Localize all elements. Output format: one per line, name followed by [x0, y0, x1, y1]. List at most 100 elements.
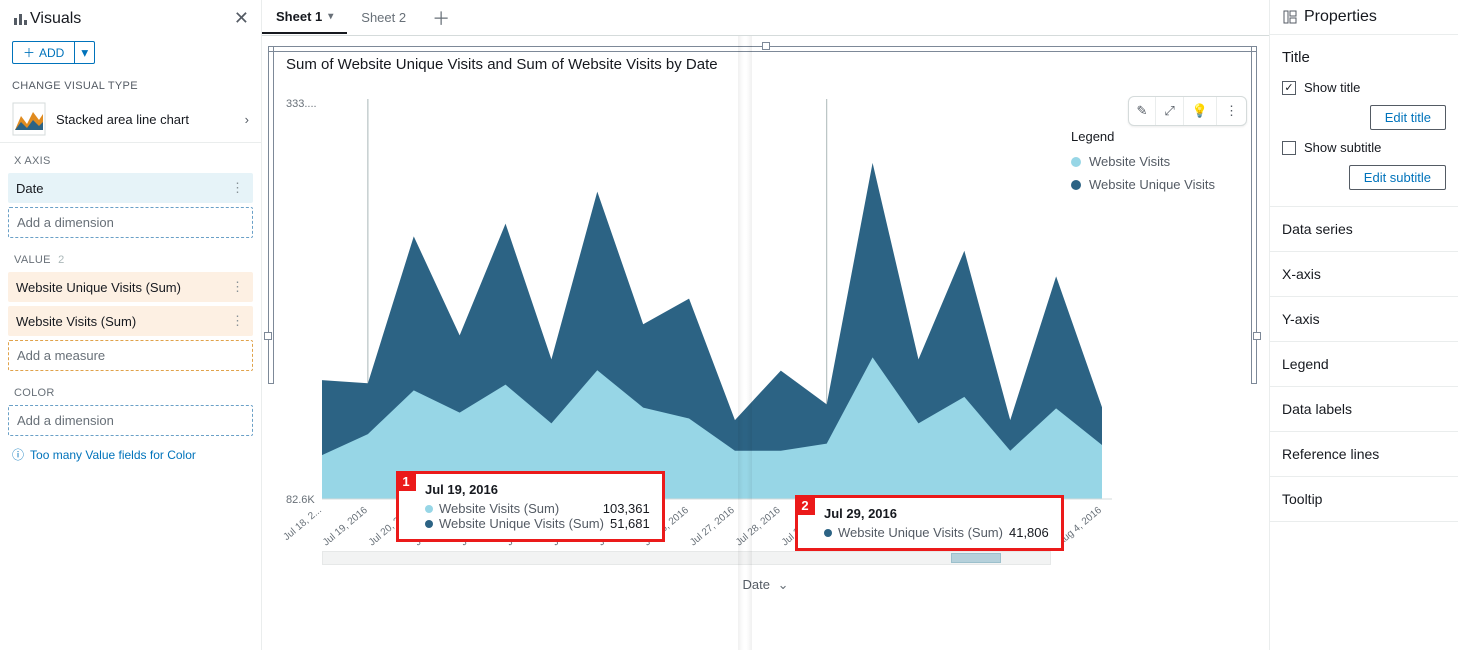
x-axis-add-dimension[interactable]: Add a dimension: [8, 207, 253, 238]
x-scrollbar-thumb[interactable]: [951, 553, 1001, 563]
properties-title: Properties: [1304, 8, 1377, 26]
legend-title: Legend: [1071, 129, 1251, 144]
x-axis-title[interactable]: Date ⌄: [280, 577, 1251, 593]
bar-chart-icon: [12, 10, 30, 28]
add-button[interactable]: ＋ADD: [12, 41, 75, 64]
visual-type-picker[interactable]: Stacked area line chart ›: [0, 96, 261, 143]
legend-label: Website Unique Visits: [1089, 177, 1215, 192]
expand-icon[interactable]: ⤢: [1155, 97, 1182, 125]
prop-data-series[interactable]: Data series: [1270, 207, 1458, 252]
prop-reference-lines[interactable]: Reference lines: [1270, 432, 1458, 477]
svg-text:82.6K: 82.6K: [286, 494, 315, 506]
stacked-area-icon: [12, 102, 46, 136]
value-group-text: VALUE: [14, 254, 51, 266]
add-dropdown-button[interactable]: ▾: [75, 41, 95, 64]
show-subtitle-checkbox[interactable]: Show subtitle: [1282, 140, 1446, 155]
more-icon[interactable]: ⋮: [1216, 97, 1246, 125]
visuals-panel: Visuals ✕ ＋ADD ▾ CHANGE VISUAL TYPE Stac…: [0, 0, 262, 650]
visuals-title: Visuals: [30, 10, 234, 28]
callout-badge: 1: [396, 471, 416, 491]
checkbox-icon: [1282, 141, 1296, 155]
chart-legend: Legend Website Visits Website Unique Vis…: [1071, 129, 1251, 200]
tab-sheet-1[interactable]: Sheet 1 ▾: [262, 1, 347, 34]
tooltip-date: Jul 19, 2016: [425, 482, 650, 497]
value-group-label: VALUE 2: [8, 242, 253, 272]
info-icon: ⓘ: [12, 446, 24, 463]
edit-subtitle-button[interactable]: Edit subtitle: [1349, 165, 1446, 190]
visuals-header: Visuals ✕: [0, 0, 261, 37]
title-section-label: Title: [1282, 49, 1446, 66]
show-subtitle-label: Show subtitle: [1304, 140, 1381, 155]
tooltip-swatch: [425, 505, 433, 513]
tooltip-callout-1: 1 Jul 19, 2016 Website Visits (Sum) 103,…: [396, 471, 665, 542]
chart-toolbar: ✎ ⤢ 💡 ⋮: [1128, 96, 1248, 126]
properties-header: Properties: [1270, 0, 1458, 35]
add-button-label: ADD: [39, 46, 64, 60]
tooltip-value: 51,681: [610, 516, 650, 531]
tooltip-callout-2: 2 Jul 29, 2016 Website Unique Visits (Su…: [795, 495, 1064, 551]
chart-title[interactable]: Sum of Website Unique Visits and Sum of …: [280, 52, 1251, 79]
edit-icon[interactable]: ✎: [1129, 97, 1156, 125]
legend-swatch: [1071, 157, 1081, 167]
color-warning-text: Too many Value fields for Color: [30, 448, 196, 462]
sheet-canvas: Sheet 1 ▾ Sheet 2 ＋ ✎ ⤢ 💡 ⋮ Sum of Websi…: [262, 0, 1270, 650]
prop-legend[interactable]: Legend: [1270, 342, 1458, 387]
field-menu-icon[interactable]: ⋮: [231, 279, 245, 295]
selection-handle[interactable]: [264, 332, 272, 340]
selection-handle[interactable]: [762, 42, 770, 50]
chevron-down-icon[interactable]: ▾: [328, 11, 333, 22]
prop-tooltip[interactable]: Tooltip: [1270, 477, 1458, 522]
edit-title-button[interactable]: Edit title: [1370, 105, 1446, 130]
tooltip-date: Jul 29, 2016: [824, 506, 1049, 521]
insight-icon[interactable]: 💡: [1183, 97, 1216, 125]
properties-icon: [1282, 9, 1298, 25]
callout-badge: 2: [795, 495, 815, 515]
x-scrollbar-track[interactable]: [322, 551, 1051, 565]
prop-y-axis[interactable]: Y-axis: [1270, 297, 1458, 342]
change-visual-type-label: CHANGE VISUAL TYPE: [0, 70, 261, 96]
field-menu-icon[interactable]: ⋮: [231, 180, 245, 196]
add-visual-row: ＋ADD ▾: [0, 37, 261, 70]
x-axis-group-label: X AXIS: [8, 143, 253, 173]
tooltip-swatch: [824, 529, 832, 537]
visual-container[interactable]: ✎ ⤢ 💡 ⋮ Sum of Website Unique Visits and…: [262, 36, 1269, 650]
tooltip-swatch: [425, 520, 433, 528]
value-field-pill[interactable]: Website Visits (Sum) ⋮: [8, 306, 253, 336]
svg-text:Jul 19, 2016: Jul 19, 2016: [321, 505, 370, 549]
value-field-label: Website Visits (Sum): [16, 314, 136, 329]
tooltip-label: Website Unique Visits (Sum): [439, 516, 604, 531]
field-menu-icon[interactable]: ⋮: [231, 313, 245, 329]
close-icon[interactable]: ✕: [234, 8, 249, 29]
x-axis-field-label: Date: [16, 181, 43, 196]
sheet-tabs: Sheet 1 ▾ Sheet 2 ＋: [262, 0, 1269, 36]
tab-sheet-2[interactable]: Sheet 2: [347, 2, 420, 33]
add-sheet-button[interactable]: ＋: [420, 0, 462, 39]
legend-item[interactable]: Website Visits: [1071, 154, 1251, 169]
legend-label: Website Visits: [1089, 154, 1170, 169]
svg-text:Jul 28, 2016: Jul 28, 2016: [734, 505, 783, 549]
prop-data-labels[interactable]: Data labels: [1270, 387, 1458, 432]
color-group-label: COLOR: [8, 375, 253, 405]
color-add-dimension[interactable]: Add a dimension: [8, 405, 253, 436]
properties-panel: Properties Title ✓ Show title Edit title…: [1270, 0, 1458, 650]
prop-x-axis[interactable]: X-axis: [1270, 252, 1458, 297]
tab-label: Sheet 1: [276, 9, 322, 24]
svg-text:333....: 333....: [286, 98, 317, 110]
value-count: 2: [58, 254, 64, 266]
value-field-label: Website Unique Visits (Sum): [16, 280, 181, 295]
x-axis-field-pill[interactable]: Date ⋮: [8, 173, 253, 203]
color-warning[interactable]: ⓘ Too many Value fields for Color: [0, 440, 261, 469]
chart-plot-area[interactable]: 333....82.6KJul 18, 2...Jul 19, 2016Jul …: [280, 79, 1251, 599]
show-title-checkbox[interactable]: ✓ Show title: [1282, 80, 1446, 95]
svg-text:Jul 27, 2016: Jul 27, 2016: [688, 505, 737, 549]
checkbox-icon: ✓: [1282, 81, 1296, 95]
color-add-label: Add a dimension: [17, 413, 114, 428]
value-add-measure[interactable]: Add a measure: [8, 340, 253, 371]
x-axis-title-text: Date: [743, 577, 770, 592]
legend-item[interactable]: Website Unique Visits: [1071, 177, 1251, 192]
tab-label: Sheet 2: [361, 10, 406, 25]
legend-swatch: [1071, 180, 1081, 190]
chevron-down-icon[interactable]: ⌄: [778, 577, 789, 592]
value-field-pill[interactable]: Website Unique Visits (Sum) ⋮: [8, 272, 253, 302]
title-section: Title ✓ Show title Edit title Show subti…: [1270, 35, 1458, 207]
